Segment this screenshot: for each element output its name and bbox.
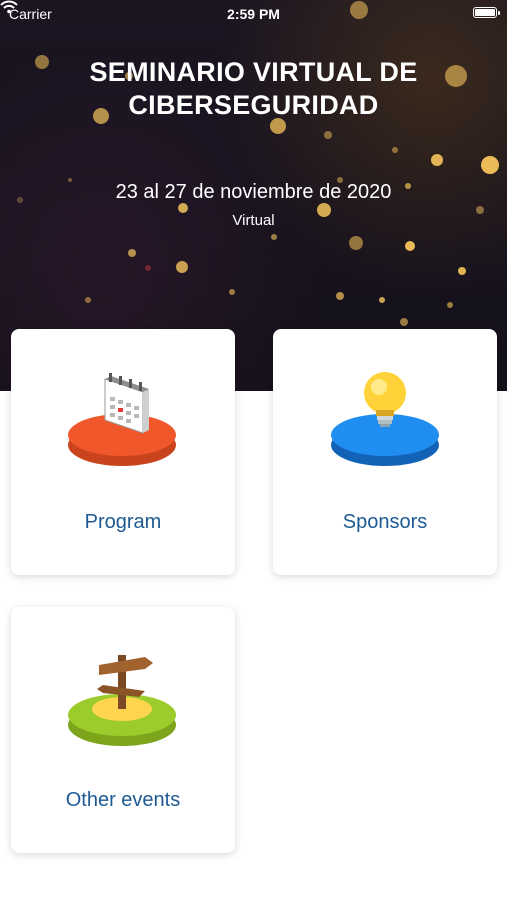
status-bar: Carrier 2:59 PM (0, 0, 507, 28)
sponsors-card[interactable]: Sponsors (273, 329, 497, 575)
clock: 2:59 PM (227, 6, 280, 22)
event-mode: Virtual (232, 212, 275, 229)
event-title: SEMINARIO VIRTUAL DE CIBERSEGURIDAD (89, 57, 418, 120)
calendar-icon (68, 373, 176, 466)
signpost-icon (68, 655, 176, 746)
battery-icon (473, 7, 500, 18)
event-dates: 23 al 27 de noviembre de 2020 (115, 181, 392, 203)
sponsors-label: Sponsors (342, 511, 428, 533)
program-card[interactable]: Program (11, 329, 235, 575)
program-label: Program (84, 511, 162, 533)
other-events-card[interactable]: Other events (11, 607, 235, 853)
lightbulb-icon (331, 372, 439, 466)
other-events-label: Other events (65, 789, 181, 811)
